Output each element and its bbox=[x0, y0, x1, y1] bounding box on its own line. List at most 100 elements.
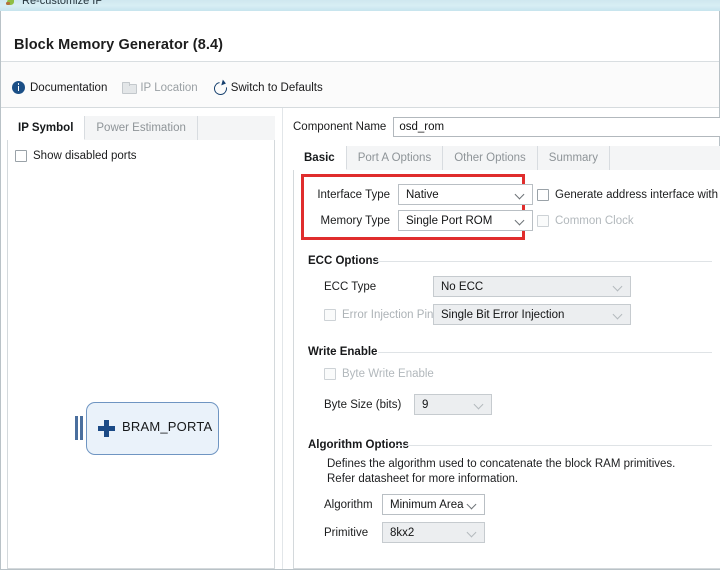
app-leaf-icon bbox=[6, 0, 17, 7]
expand-plus-icon[interactable] bbox=[98, 420, 115, 437]
ecc-options-header: ECC Options bbox=[308, 255, 379, 267]
tab-power-estimation-label: Power Estimation bbox=[96, 122, 185, 134]
tab-ip-symbol[interactable]: IP Symbol bbox=[7, 116, 85, 140]
checkbox-box bbox=[537, 189, 549, 201]
algorithm-label: Algorithm bbox=[324, 499, 376, 511]
write-enable-divider bbox=[378, 352, 712, 353]
algorithm-help-line-1: Defines the algorithm used to concatenat… bbox=[327, 457, 675, 472]
dialog-toolbar: Documentation IP Location Switch to Defa… bbox=[1, 62, 719, 108]
bram-porta-symbol[interactable]: BRAM_PORTA bbox=[86, 402, 219, 455]
error-injection-pins-checkbox: Error Injection Pins bbox=[324, 309, 424, 321]
algorithm-value: Minimum Area bbox=[390, 499, 468, 511]
memory-type-value: Single Port ROM bbox=[406, 215, 516, 227]
ecc-type-select[interactable]: No ECC bbox=[433, 276, 631, 297]
dialog-heading: Block Memory Generator (8.4) bbox=[1, 11, 719, 62]
chevron-down-icon bbox=[614, 282, 623, 291]
page-title: Block Memory Generator (8.4) bbox=[14, 37, 223, 53]
re-customize-ip-dialog: Block Memory Generator (8.4) Documentati… bbox=[0, 11, 720, 570]
write-enable-header: Write Enable bbox=[308, 346, 377, 358]
error-injection-pins-row: Error Injection Pins Single Bit Error In… bbox=[324, 304, 631, 325]
tab-other-options[interactable]: Other Options bbox=[443, 146, 538, 170]
primitive-label: Primitive bbox=[324, 527, 376, 539]
checkbox-box bbox=[15, 150, 27, 162]
left-tabstrip: IP Symbol Power Estimation bbox=[7, 116, 275, 140]
left-tabstrip-filler bbox=[198, 116, 275, 140]
error-injection-pins-label: Error Injection Pins bbox=[342, 309, 439, 321]
chevron-down-icon bbox=[516, 190, 525, 199]
options-pane: Component Name osd_rom Basic Port A Opti… bbox=[293, 116, 720, 569]
tab-port-a-options[interactable]: Port A Options bbox=[347, 146, 444, 170]
algorithm-options-divider bbox=[396, 445, 712, 446]
error-injection-type-value: Single Bit Error Injection bbox=[441, 309, 614, 321]
show-disabled-ports-checkbox[interactable]: Show disabled ports bbox=[15, 150, 137, 162]
ecc-options-divider bbox=[374, 261, 712, 262]
memory-type-label: Memory Type bbox=[310, 215, 390, 227]
component-name-input[interactable]: osd_rom bbox=[393, 117, 720, 137]
tab-basic[interactable]: Basic bbox=[293, 146, 347, 170]
tab-ip-symbol-label: IP Symbol bbox=[18, 122, 73, 134]
options-tabstrip: Basic Port A Options Other Options Summa… bbox=[293, 146, 720, 170]
interface-type-value: Native bbox=[406, 189, 516, 201]
show-disabled-ports-label: Show disabled ports bbox=[33, 150, 137, 162]
switch-to-defaults-button[interactable]: Switch to Defaults bbox=[213, 81, 323, 94]
tab-summary[interactable]: Summary bbox=[538, 146, 610, 170]
ecc-type-row: ECC Type No ECC bbox=[324, 276, 631, 297]
tab-other-options-label: Other Options bbox=[454, 152, 526, 164]
tab-summary-label: Summary bbox=[549, 152, 598, 164]
chevron-down-icon bbox=[516, 216, 525, 225]
pane-splitter[interactable] bbox=[279, 108, 287, 569]
memory-type-select[interactable]: Single Port ROM bbox=[398, 210, 533, 231]
port-bus-icon bbox=[75, 416, 84, 440]
generate-address-interface-label: Generate address interface with 32 bits bbox=[555, 189, 720, 201]
checkbox-box bbox=[324, 309, 336, 321]
component-name-row: Component Name osd_rom bbox=[293, 116, 720, 138]
byte-write-enable-checkbox: Byte Write Enable bbox=[324, 368, 434, 380]
basic-tab-panel: Interface Type Native Memory Type Single… bbox=[293, 170, 720, 569]
chevron-down-icon bbox=[614, 310, 623, 319]
chevron-down-icon bbox=[468, 528, 477, 537]
byte-size-select[interactable]: 9 bbox=[414, 394, 492, 415]
algorithm-row: Algorithm Minimum Area bbox=[324, 494, 485, 515]
byte-size-value: 9 bbox=[422, 399, 475, 411]
switch-to-defaults-label: Switch to Defaults bbox=[231, 82, 323, 94]
generate-address-interface-checkbox[interactable]: Generate address interface with 32 bits bbox=[537, 189, 720, 201]
memory-type-row: Memory Type Single Port ROM bbox=[310, 210, 533, 231]
primitive-row: Primitive 8kx2 bbox=[324, 522, 485, 543]
primitive-select[interactable]: 8kx2 bbox=[382, 522, 485, 543]
algorithm-options-header: Algorithm Options bbox=[308, 439, 409, 451]
ip-location-label: IP Location bbox=[140, 82, 197, 94]
ip-symbol-pane: IP Symbol Power Estimation Show disabled… bbox=[7, 116, 275, 569]
window-title-text: Re-customize IP bbox=[22, 0, 103, 7]
chevron-down-icon bbox=[475, 400, 484, 409]
window-title-bar: Re-customize IP bbox=[0, 0, 720, 11]
ecc-type-label: ECC Type bbox=[324, 281, 424, 293]
ecc-type-value: No ECC bbox=[441, 281, 614, 293]
chevron-down-icon bbox=[468, 500, 477, 509]
byte-size-row: Byte Size (bits) 9 bbox=[324, 394, 492, 415]
info-icon bbox=[12, 81, 25, 94]
primitive-value: 8kx2 bbox=[390, 527, 468, 539]
common-clock-label: Common Clock bbox=[555, 215, 634, 227]
bram-porta-label: BRAM_PORTA bbox=[122, 419, 212, 434]
interface-type-select[interactable]: Native bbox=[398, 184, 533, 205]
ip-symbol-canvas: Show disabled ports BRAM_PORTA bbox=[7, 140, 275, 569]
error-injection-type-select[interactable]: Single Bit Error Injection bbox=[433, 304, 631, 325]
documentation-button[interactable]: Documentation bbox=[12, 81, 107, 94]
algorithm-help-line-2: Refer datasheet for more information. bbox=[327, 472, 518, 487]
documentation-label: Documentation bbox=[30, 82, 107, 94]
byte-size-label: Byte Size (bits) bbox=[324, 399, 408, 411]
refresh-icon bbox=[213, 81, 226, 94]
tab-power-estimation[interactable]: Power Estimation bbox=[85, 116, 197, 140]
options-tabstrip-filler bbox=[610, 146, 720, 170]
component-name-label: Component Name bbox=[293, 121, 386, 133]
common-clock-checkbox: Common Clock bbox=[537, 215, 634, 227]
algorithm-select[interactable]: Minimum Area bbox=[382, 494, 485, 515]
tab-port-a-options-label: Port A Options bbox=[358, 152, 432, 164]
dialog-body: IP Symbol Power Estimation Show disabled… bbox=[1, 108, 719, 569]
component-name-value: osd_rom bbox=[399, 121, 444, 133]
interface-type-label: Interface Type bbox=[310, 189, 390, 201]
ip-location-button[interactable]: IP Location bbox=[122, 81, 197, 94]
folder-icon bbox=[122, 81, 135, 94]
checkbox-box bbox=[324, 368, 336, 380]
interface-type-row: Interface Type Native bbox=[310, 184, 533, 205]
